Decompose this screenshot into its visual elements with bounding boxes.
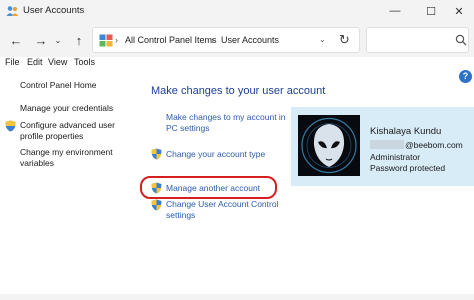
maximize-button[interactable]: ☐ — [414, 0, 448, 22]
menu-file[interactable]: File — [5, 57, 20, 67]
manage-credentials-link[interactable]: Manage your credentials — [20, 103, 113, 114]
advanced-profile-properties-link[interactable]: Configure advanced user profile properti… — [20, 120, 130, 142]
close-button[interactable]: ✕ — [444, 0, 474, 22]
change-account-type-link[interactable]: Change your account type — [166, 149, 265, 160]
redacted-email-block — [370, 140, 404, 149]
uac-shield-icon — [5, 120, 16, 132]
address-dropdown-icon[interactable]: ⌄ — [319, 35, 326, 44]
account-name: Kishalaya Kundu — [370, 126, 442, 137]
navigation-bar: ← → ⌄ ↑ › All Control Panel Items › User… — [0, 22, 474, 57]
control-panel-icon — [99, 34, 113, 47]
menu-view[interactable]: View — [48, 57, 67, 67]
up-button[interactable]: ↑ — [69, 30, 89, 50]
window-title: User Accounts — [23, 5, 85, 16]
uac-shield-icon — [151, 199, 162, 211]
address-bar[interactable]: › All Control Panel Items › User Account… — [92, 27, 360, 53]
title-bar: User Accounts — ☐ ✕ — [0, 0, 474, 22]
password-status: Password protected — [370, 163, 446, 173]
user-accounts-icon — [6, 6, 19, 16]
search-icon — [455, 34, 467, 46]
uac-shield-icon — [151, 148, 162, 160]
avatar — [298, 115, 360, 176]
window-bottom-edge — [0, 294, 474, 300]
breadcrumb-separator: › — [211, 35, 214, 45]
menu-bar: File Edit View Tools — [0, 57, 474, 69]
recent-locations-button[interactable]: ⌄ — [52, 30, 64, 50]
search-box[interactable] — [366, 27, 469, 53]
account-role: Administrator — [370, 152, 421, 162]
refresh-button[interactable]: ↻ — [339, 32, 350, 48]
page-title: Make changes to your user account — [151, 85, 326, 97]
account-email: @beebom.com — [370, 140, 463, 150]
help-button[interactable]: ? — [459, 70, 472, 83]
breadcrumb-all-items[interactable]: All Control Panel Items — [125, 35, 217, 45]
highlight-annotation — [140, 176, 277, 199]
back-button[interactable]: ← — [6, 30, 26, 50]
control-panel-home-link[interactable]: Control Panel Home — [20, 80, 97, 91]
menu-edit[interactable]: Edit — [27, 57, 43, 67]
account-email-domain: @beebom.com — [405, 140, 463, 150]
uac-settings-link[interactable]: Change User Account Control settings — [166, 199, 286, 221]
breadcrumb-separator: › — [115, 35, 118, 45]
environment-variables-link[interactable]: Change my environment variables — [20, 147, 130, 169]
menu-tools[interactable]: Tools — [74, 57, 95, 67]
pc-settings-link[interactable]: Make changes to my account in PC setting… — [166, 112, 286, 134]
minimize-button[interactable]: — — [378, 0, 412, 22]
breadcrumb-user-accounts[interactable]: User Accounts — [221, 35, 279, 45]
forward-button[interactable]: → — [31, 30, 51, 50]
